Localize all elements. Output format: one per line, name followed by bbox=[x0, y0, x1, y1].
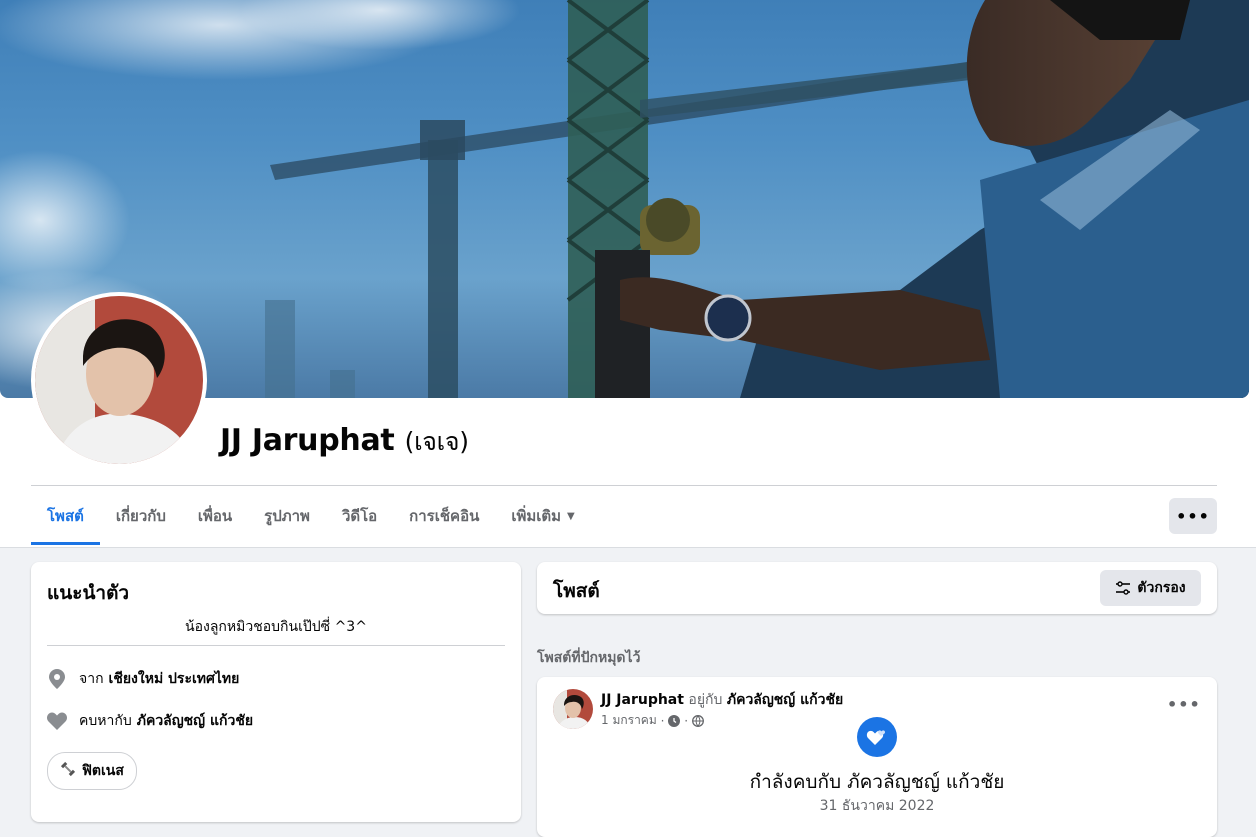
dumbbell-icon bbox=[60, 761, 76, 781]
hobby-label: ฟิตเนส bbox=[82, 763, 124, 779]
intro-relationship-row: คบหากับ ภัควลัญชญ์ แก้วชัย bbox=[47, 710, 253, 732]
meta-dot: · bbox=[656, 713, 665, 728]
heart-icon bbox=[47, 711, 67, 731]
post-avatar-photo bbox=[553, 689, 593, 729]
tab-more[interactable]: เพิ่มเติม ▼ bbox=[495, 490, 590, 545]
tab-photos[interactable]: รูปภาพ bbox=[248, 490, 326, 545]
tab-videos[interactable]: วิดีโอ bbox=[326, 490, 393, 545]
life-event-date: 31 ธันวาคม 2022 bbox=[819, 798, 935, 814]
intro-from-place[interactable]: เชียงใหม่ ประเทศไทย bbox=[109, 668, 240, 690]
life-event-icon bbox=[857, 717, 897, 757]
meta-dot-2: · bbox=[680, 713, 689, 728]
post-meta: 1 มกราคม · · bbox=[601, 711, 704, 730]
intro-card: แนะนำตัว น้องลูกหมิวชอบกินเป๊ปซี่ ^3^ จา… bbox=[31, 562, 521, 822]
caret-down-icon: ▼ bbox=[567, 510, 575, 522]
profile-name-text: JJ Jaruphat bbox=[220, 423, 395, 458]
posts-header-card: โพสต์ ตัวกรอง bbox=[537, 562, 1217, 614]
profile-avatar[interactable] bbox=[31, 292, 207, 468]
map-pin-icon bbox=[47, 669, 67, 689]
post-with-text: อยู่กับ bbox=[688, 692, 723, 708]
clock-icon bbox=[668, 714, 681, 727]
filter-label: ตัวกรอง bbox=[1137, 580, 1186, 596]
tab-more-label: เพิ่มเติม bbox=[511, 507, 562, 525]
post-author-name[interactable]: JJ Jaruphat bbox=[601, 692, 684, 708]
tab-about[interactable]: เกี่ยวกับ bbox=[100, 490, 182, 545]
post-options-button[interactable]: ••• bbox=[1167, 695, 1201, 714]
posts-title: โพสต์ bbox=[553, 580, 600, 602]
intro-relationship-partner[interactable]: ภัควลัญชญ์ แก้วชัย bbox=[137, 710, 253, 732]
hobby-chip[interactable]: ฟิตเนส bbox=[47, 752, 137, 790]
tab-checkins[interactable]: การเช็คอิน bbox=[393, 490, 495, 545]
post-author-avatar[interactable] bbox=[553, 689, 593, 729]
hearts-icon bbox=[866, 730, 886, 745]
post-date[interactable]: 1 มกราคม bbox=[601, 711, 657, 730]
intro-from-prefix: จาก bbox=[79, 671, 104, 687]
avatar-photo bbox=[35, 296, 203, 464]
post-with-person[interactable]: ภัควลัญชญ์ แก้วชัย bbox=[727, 692, 843, 708]
post-author-line: JJ Jaruphat อยู่กับ ภัควลัญชญ์ แก้วชัย bbox=[601, 689, 843, 711]
intro-relationship-prefix: คบหากับ bbox=[79, 713, 132, 729]
pinned-post-card: JJ Jaruphat อยู่กับ ภัควลัญชญ์ แก้วชัย 1… bbox=[537, 677, 1217, 837]
profile-alternate-name: (เจเจ) bbox=[404, 427, 469, 456]
profile-tabs: โพสต์ เกี่ยวกับ เพื่อน รูปภาพ วิดีโอ การ… bbox=[31, 490, 591, 546]
globe-icon[interactable] bbox=[692, 714, 704, 727]
intro-title: แนะนำตัว bbox=[47, 582, 130, 604]
intro-from-row: จาก เชียงใหม่ ประเทศไทย bbox=[47, 668, 239, 690]
sliders-icon bbox=[1116, 581, 1131, 595]
tab-posts[interactable]: โพสต์ bbox=[31, 490, 100, 545]
intro-bio: น้องลูกหมิวชอบกินเป๊ปซี่ ^3^ bbox=[185, 619, 367, 635]
pinned-posts-label: โพสต์ที่ปักหมุดไว้ bbox=[537, 650, 641, 666]
profile-more-button[interactable]: ••• bbox=[1169, 498, 1217, 534]
tab-friends[interactable]: เพื่อน bbox=[182, 490, 248, 545]
profile-name: JJ Jaruphat (เจเจ) bbox=[220, 422, 469, 462]
filter-button[interactable]: ตัวกรอง bbox=[1100, 570, 1201, 606]
life-event-title: กำลังคบกับ ภัควลัญชญ์ แก้วชัย bbox=[749, 771, 1005, 793]
intro-divider bbox=[47, 645, 505, 646]
header-divider bbox=[31, 485, 1217, 486]
